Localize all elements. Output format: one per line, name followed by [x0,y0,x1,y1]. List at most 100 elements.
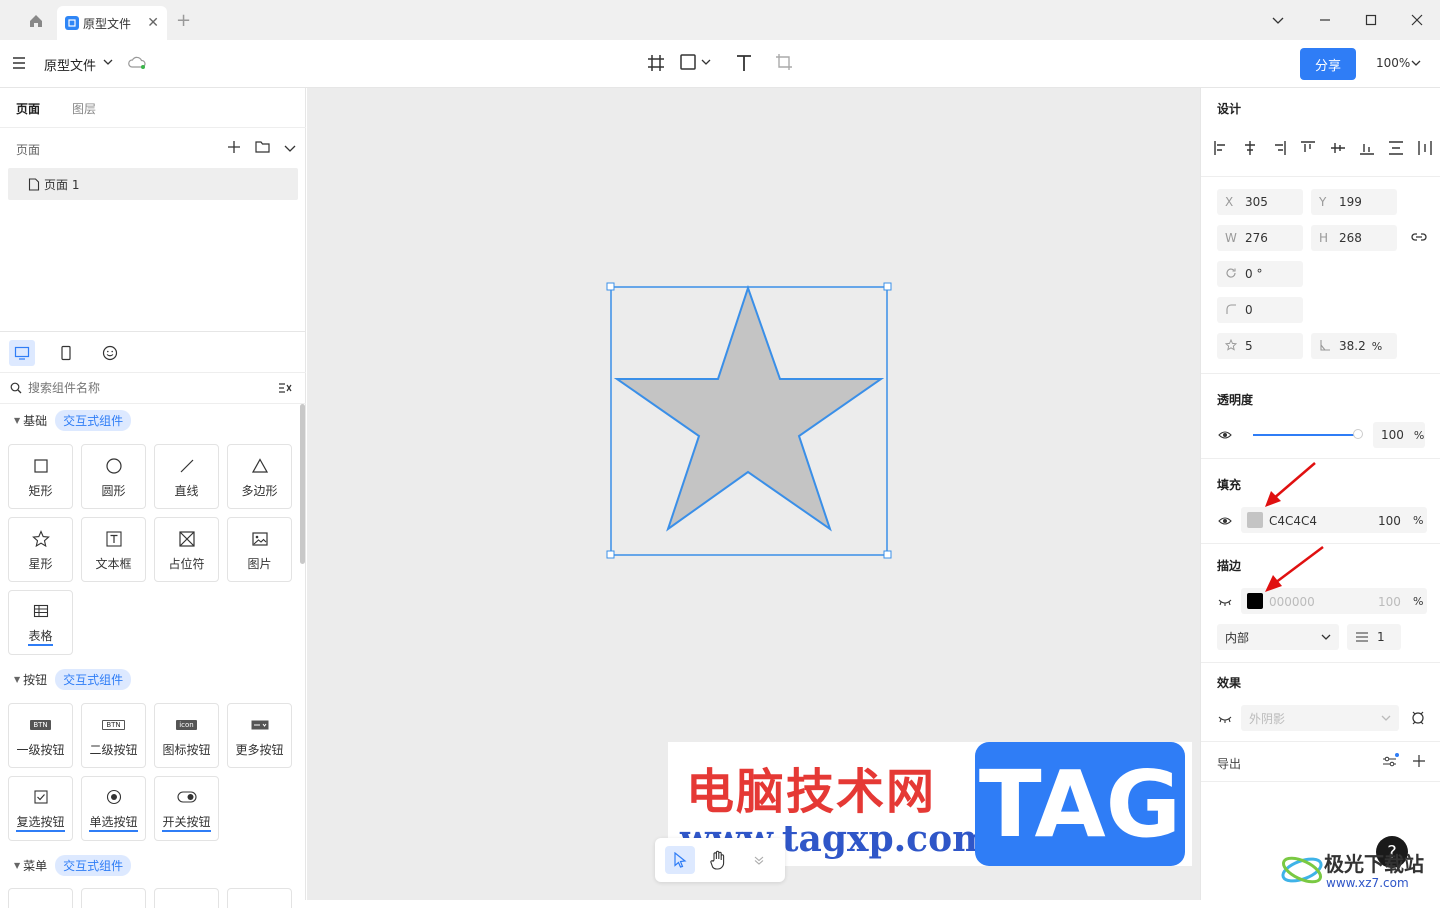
cloud-sync-icon[interactable] [127,55,147,74]
maximize-icon[interactable] [1359,10,1383,30]
component-card[interactable] [154,888,219,908]
align-left-icon[interactable] [1213,140,1229,156]
align-center-h-icon[interactable] [1242,140,1258,156]
page-list-item[interactable]: 页面 1 [8,168,298,200]
share-button[interactable]: 分享 [1300,48,1356,80]
interactive-chip[interactable]: 交互式组件 [55,669,132,690]
rotation-field[interactable]: 0 ° [1217,261,1303,287]
minimize-icon[interactable] [1313,10,1337,30]
add-export-icon[interactable] [1413,755,1425,770]
fill-hex[interactable]: C4C4C4 [1269,514,1317,528]
hamburger-menu-icon[interactable] [10,54,28,75]
component-star[interactable]: 星形 [8,517,73,582]
component-card[interactable] [81,888,146,908]
tab-close-icon[interactable]: ✕ [147,15,159,31]
stroke-position-select[interactable]: 内部 [1217,624,1339,650]
file-tab[interactable]: 原型文件 ✕ [57,6,167,40]
y-field[interactable]: Y 199 [1311,189,1397,215]
component-checkbox[interactable]: 复选按钮 [8,776,73,841]
home-icon[interactable] [22,10,50,32]
component-image[interactable]: 图片 [227,517,292,582]
ratio-field[interactable]: 38.2 % [1311,333,1397,359]
component-textbox[interactable]: 文本框 [81,517,146,582]
component-table[interactable]: 表格 [8,590,73,655]
fill-color-swatch[interactable] [1247,512,1263,528]
hand-tool-icon[interactable] [709,850,727,873]
opacity-field[interactable]: 100 % [1373,422,1425,448]
search-input[interactable] [28,378,268,398]
link-ratio-icon[interactable] [1411,231,1427,246]
x-field[interactable]: X 305 [1217,189,1303,215]
component-line[interactable]: 直线 [154,444,219,509]
resize-handle[interactable] [606,550,615,559]
fill-opacity[interactable]: 100 [1378,514,1401,528]
pointer-tool-icon[interactable] [665,846,695,874]
category-basic[interactable]: ▼ 基础 交互式组件 [14,410,132,431]
chevron-down-icon[interactable] [701,57,711,67]
chevron-down-icon[interactable] [1266,10,1290,30]
align-center-v-icon[interactable] [1330,140,1346,156]
stroke-hex[interactable]: 000000 [1269,595,1315,609]
component-rectangle[interactable]: 矩形 [8,444,73,509]
align-bottom-icon[interactable] [1359,140,1375,156]
emoji-icon[interactable] [97,340,123,366]
component-icon-button[interactable]: icon 图标按钮 [154,703,219,768]
opacity-slider-thumb[interactable] [1353,429,1363,439]
chevron-down-icon[interactable] [753,854,765,869]
crop-tool-icon[interactable] [775,53,793,71]
add-page-icon[interactable] [227,140,241,157]
points-field[interactable]: 5 [1217,333,1303,359]
eye-icon[interactable] [1218,515,1232,529]
folder-icon[interactable] [255,140,270,157]
tab-pages[interactable]: 页面 [16,100,40,117]
component-more-button[interactable]: 更多按钮 [227,703,292,768]
zoom-level[interactable]: 100% [1376,56,1410,70]
stroke-width-field[interactable]: 1 [1347,624,1401,650]
interactive-chip[interactable]: 交互式组件 [55,410,132,431]
component-radio[interactable]: 单选按钮 [81,776,146,841]
component-primary-button[interactable]: BTN 一级按钮 [8,703,73,768]
stroke-color-swatch[interactable] [1247,593,1263,609]
rectangle-tool-icon[interactable] [679,53,711,71]
effect-settings-icon[interactable] [1410,710,1426,729]
component-secondary-button[interactable]: BTN 二级按钮 [81,703,146,768]
interactive-chip[interactable]: 交互式组件 [55,855,132,876]
eye-icon[interactable] [1218,429,1232,443]
resize-handle[interactable] [883,550,892,559]
mobile-device-icon[interactable] [53,340,79,366]
category-buttons[interactable]: ▼ 按钮 交互式组件 [14,669,132,690]
chevron-down-icon[interactable] [284,142,296,157]
opacity-slider[interactable] [1253,434,1357,436]
export-settings-icon[interactable] [1382,753,1400,772]
filter-icon[interactable] [278,382,292,397]
star-shape[interactable] [613,284,885,532]
component-placeholder[interactable]: 占位符 [154,517,219,582]
effect-select[interactable]: 外阴影 [1241,705,1399,731]
close-window-icon[interactable] [1405,10,1429,30]
file-title[interactable]: 原型文件 [44,55,96,74]
eye-hidden-icon[interactable] [1218,596,1232,610]
desktop-device-icon[interactable] [9,340,35,366]
align-top-icon[interactable] [1300,140,1316,156]
component-switch[interactable]: 开关按钮 [154,776,219,841]
component-card[interactable] [227,888,292,908]
radius-field[interactable]: 0 [1217,297,1303,323]
stroke-opacity[interactable]: 100 [1378,595,1401,609]
distribute-vertical-icon[interactable] [1388,140,1404,156]
chevron-down-icon[interactable] [1411,57,1421,71]
align-right-icon[interactable] [1271,140,1287,156]
frame-tool-icon[interactable] [646,53,666,73]
width-field[interactable]: W 276 [1217,225,1303,251]
resize-handle[interactable] [606,282,615,291]
text-tool-icon[interactable] [734,53,754,73]
eye-hidden-icon[interactable] [1218,713,1232,727]
resize-handle[interactable] [883,282,892,291]
component-circle[interactable]: 圆形 [81,444,146,509]
category-menu[interactable]: ▼ 菜单 交互式组件 [14,855,132,876]
distribute-horizontal-icon[interactable] [1417,140,1433,156]
new-tab-icon[interactable]: + [176,10,191,31]
tab-layers[interactable]: 图层 [72,100,96,117]
height-field[interactable]: H 268 [1311,225,1397,251]
scrollbar[interactable] [300,404,305,564]
component-card[interactable] [8,888,73,908]
